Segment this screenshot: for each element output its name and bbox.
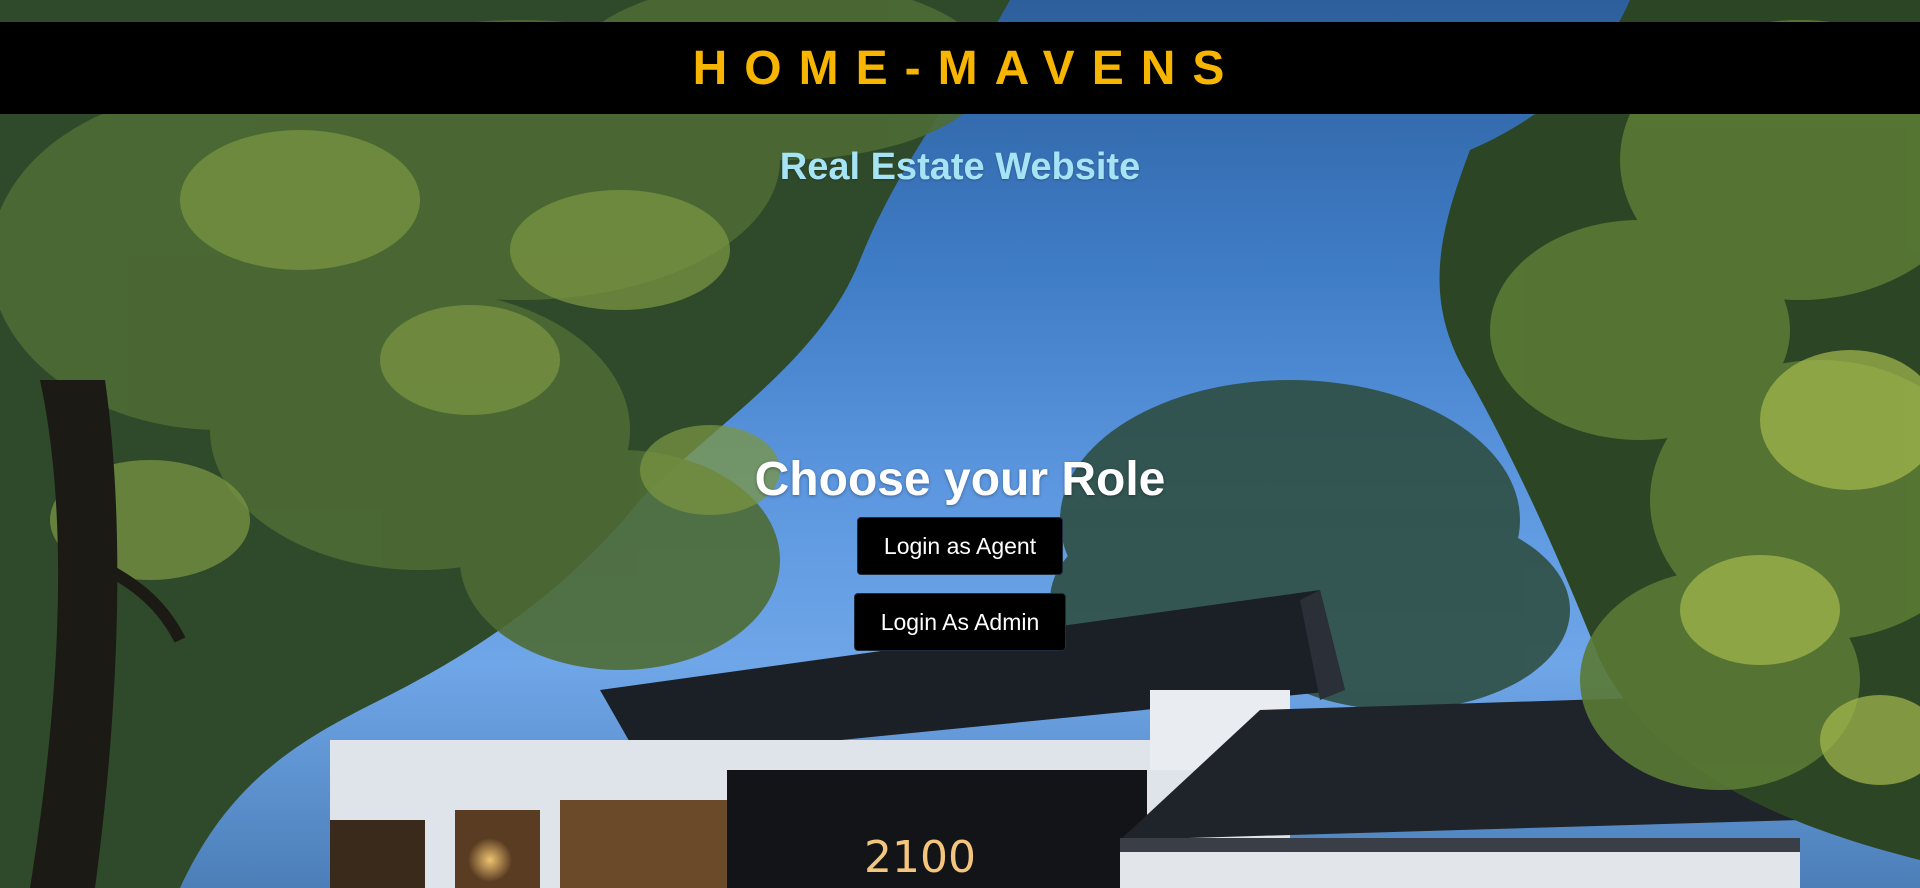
site-subtitle: Real Estate Website (779, 146, 1141, 188)
role-selection: Choose your Role Login as Agent Login As… (0, 452, 1920, 651)
site-logo[interactable]: HOME-MAVENS (693, 41, 1242, 96)
landing-page: 2100 HOME-MAVENS Real Estate Website Cho… (0, 0, 1920, 888)
role-title: Choose your Role (754, 453, 1166, 506)
background-image: 2100 (0, 0, 1920, 888)
login-agent-button[interactable]: Login as Agent (857, 517, 1063, 575)
site-header: HOME-MAVENS (0, 22, 1920, 114)
house-number: 2100 (864, 832, 976, 883)
login-admin-button[interactable]: Login As Admin (854, 593, 1066, 651)
